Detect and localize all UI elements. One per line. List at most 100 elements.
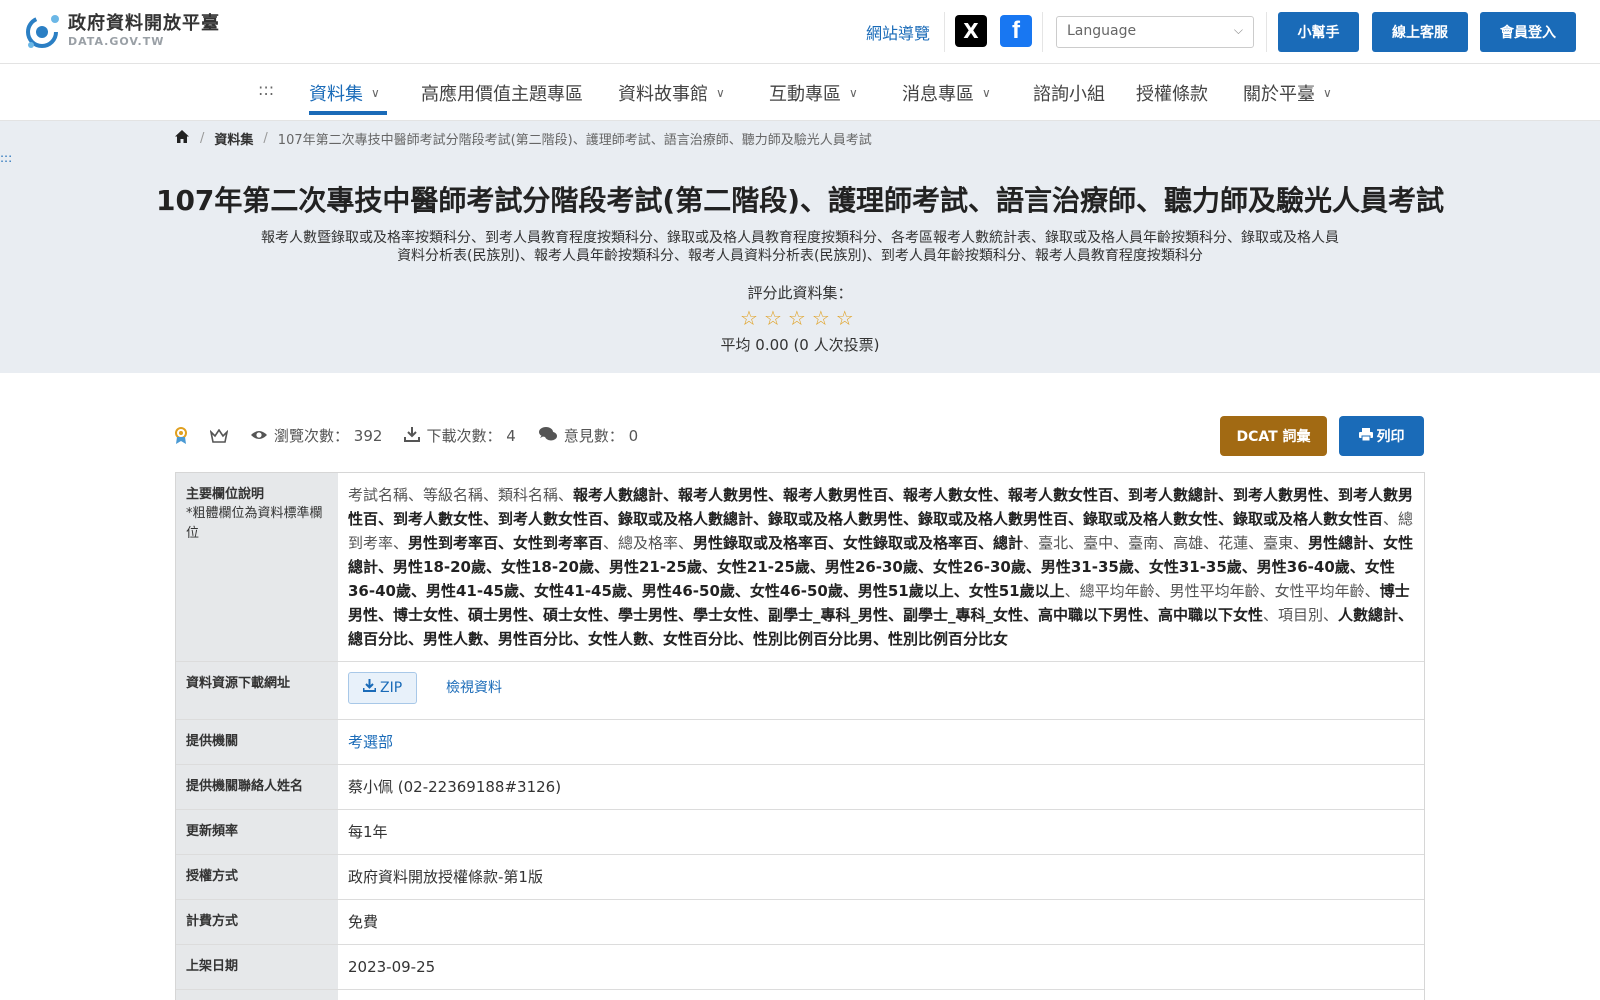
- fields-label: 主要欄位說明: [186, 487, 265, 502]
- chevron-down-icon: ∨: [716, 86, 725, 100]
- table-row: 提供機關 考選部: [176, 720, 1424, 765]
- nav-label: 資料故事館: [618, 84, 708, 105]
- star-icon[interactable]: ☆: [764, 308, 782, 328]
- dataset-description: 報考人數暨錄取或及格率按類科分、到考人員教育程度按類科分、錄取或及格人員教育程度…: [261, 230, 1339, 264]
- frequency-value: 每1年: [348, 823, 388, 841]
- skip-link[interactable]: :::: [258, 80, 274, 99]
- nav-item-datasets[interactable]: 資料集 ∨: [309, 80, 380, 106]
- nav-item-stories[interactable]: 資料故事館 ∨: [618, 80, 725, 106]
- field-text: 、項目別、: [1263, 606, 1339, 624]
- award-icon: [174, 426, 188, 445]
- row-header: 上架日期: [176, 945, 338, 989]
- breadcrumb-separator: /: [200, 131, 205, 146]
- nav-item-advisory[interactable]: 諮詢小組: [1033, 80, 1105, 106]
- rating-average: 平均 0.00 (0 人次投票): [720, 336, 880, 354]
- table-row: 提供機關聯絡人姓名 蔡小佩 (02-22369188#3126): [176, 765, 1424, 810]
- nav-item-interactive[interactable]: 互動專區 ∨: [769, 80, 858, 106]
- table-row: 上架日期 2023-09-25: [176, 945, 1424, 990]
- divider: [944, 12, 945, 52]
- dataset-stats: 瀏覽次數： 392 下載次數： 4 意見數： 0: [174, 425, 660, 446]
- field-text: 、總平均年齡、男性平均年齡、女性平均年齡、: [1064, 582, 1380, 600]
- nav-item-about[interactable]: 關於平臺 ∨: [1243, 80, 1332, 106]
- nav-item-news[interactable]: 消息專區 ∨: [902, 80, 991, 106]
- sitemap-link[interactable]: 網站導覽: [866, 20, 930, 44]
- zip-label: ZIP: [380, 680, 403, 696]
- contact-value: 蔡小佩 (02-22369188#3126): [348, 778, 562, 796]
- table-row: [176, 990, 1424, 1000]
- facebook-icon[interactable]: f: [1000, 15, 1032, 47]
- nav-label: 資料集: [309, 84, 363, 105]
- nav-label: 高應用價值主題專區: [421, 84, 583, 105]
- fee-value: 免費: [348, 913, 379, 931]
- nav-item-high-value[interactable]: 高應用價值主題專區: [421, 80, 583, 106]
- row-value: [338, 990, 1424, 1000]
- star-icon[interactable]: ☆: [740, 308, 758, 328]
- print-button[interactable]: 列印: [1339, 416, 1424, 456]
- table-row: 計費方式 免費: [176, 900, 1424, 945]
- row-header: 提供機關: [176, 720, 338, 764]
- dataset-metadata-table: 主要欄位說明 *粗體欄位為資料標準欄位 考試名稱、等級名稱、類科名稱、報考人數總…: [175, 472, 1425, 1000]
- rating-label: 評分此資料集：: [747, 284, 853, 302]
- breadcrumb: / 資料集 / 107年第二次專技中醫師考試分階段考試(第二階段)、護理師考試、…: [174, 129, 872, 148]
- fields-note: *粗體欄位為資料標準欄位: [186, 506, 323, 541]
- field-text: 考試名稱、等級名稱、類科名稱、: [348, 486, 574, 504]
- nav-label: 互動專區: [769, 84, 841, 105]
- nav-label: 諮詢小組: [1033, 84, 1105, 105]
- helper-button[interactable]: 小幫手: [1278, 12, 1359, 52]
- provider-cell: 考選部: [338, 720, 1424, 764]
- star-icon[interactable]: ☆: [788, 308, 806, 328]
- downloads-count: 4: [506, 426, 516, 445]
- row-header: 提供機關聯絡人姓名: [176, 765, 338, 809]
- nav-label: 授權條款: [1136, 84, 1208, 105]
- x-twitter-icon[interactable]: X: [955, 15, 987, 47]
- view-data-link[interactable]: 檢視資料: [446, 680, 502, 696]
- provider-link[interactable]: 考選部: [348, 733, 393, 751]
- license-value: 政府資料開放授權條款-第1版: [348, 868, 543, 886]
- star-icon[interactable]: ☆: [812, 308, 830, 328]
- downloads-label: 下載次數：: [426, 427, 502, 445]
- fields-description: 考試名稱、等級名稱、類科名稱、報考人數總計、報考人數男性、報考人數男性百、報考人…: [338, 473, 1424, 661]
- logo-subtitle: DATA.GOV.TW: [68, 35, 165, 48]
- crown-icon: [210, 428, 228, 443]
- row-header: 更新頻率: [176, 810, 338, 854]
- site-header: 政府資料開放平臺 DATA.GOV.TW 網站導覽 X f Language ⌵…: [0, 0, 1600, 64]
- row-header: [176, 990, 338, 1000]
- dataset-hero: / 資料集 / 107年第二次專技中醫師考試分階段考試(第二階段)、護理師考試、…: [0, 121, 1600, 373]
- field-text: 、總及格率、: [603, 534, 694, 552]
- views-count: 392: [353, 426, 383, 445]
- table-row: 更新頻率 每1年: [176, 810, 1424, 855]
- download-icon: [404, 426, 421, 446]
- site-logo[interactable]: 政府資料開放平臺 DATA.GOV.TW: [22, 10, 220, 52]
- logo-icon: [22, 10, 64, 52]
- page-title: 107年第二次專技中醫師考試分階段考試(第二階段)、護理師考試、語言治療師、聽力…: [155, 184, 1445, 217]
- main-nav: ::: 資料集 ∨ 高應用價值主題專區 資料故事館 ∨ 互動專區 ∨ 消息專區 ∨ 諮詢…: [0, 64, 1600, 121]
- fields-text: 考試名稱、等級名稱、類科名稱、報考人數總計、報考人數男性、報考人數男性百、報考人…: [348, 483, 1414, 651]
- row-header: 資料資源下載網址: [176, 662, 338, 719]
- views-label: 瀏覽次數：: [274, 427, 350, 445]
- download-icon: [362, 676, 377, 700]
- divider: [1266, 12, 1267, 52]
- download-cell: ZIP 檢視資料: [338, 662, 1424, 719]
- nav-label: 消息專區: [902, 84, 974, 105]
- language-placeholder: Language: [1067, 23, 1137, 39]
- language-select[interactable]: Language ⌵: [1056, 16, 1254, 48]
- nav-label: 關於平臺: [1243, 84, 1315, 105]
- content-skip-link[interactable]: :::: [0, 151, 12, 165]
- nav-item-license[interactable]: 授權條款: [1136, 80, 1208, 106]
- row-header: 主要欄位說明 *粗體欄位為資料標準欄位: [176, 473, 338, 661]
- home-icon[interactable]: [174, 129, 190, 148]
- breadcrumb-datasets[interactable]: 資料集: [214, 129, 253, 148]
- dcat-vocabulary-button[interactable]: DCAT 詞彙: [1220, 416, 1327, 456]
- online-service-button[interactable]: 線上客服: [1372, 12, 1468, 52]
- comments-label: 意見數：: [563, 427, 624, 445]
- published-value: 2023-09-25: [348, 958, 436, 976]
- table-row: 資料資源下載網址 ZIP 檢視資料: [176, 662, 1424, 720]
- logo-title: 政府資料開放平臺: [68, 13, 220, 34]
- member-login-button[interactable]: 會員登入: [1480, 12, 1576, 52]
- active-nav-indicator: [309, 111, 387, 115]
- comments-icon: [538, 426, 558, 446]
- chevron-down-icon: ∨: [849, 86, 858, 100]
- star-icon[interactable]: ☆: [836, 308, 854, 328]
- breadcrumb-current: 107年第二次專技中醫師考試分階段考試(第二階段)、護理師考試、語言治療師、聽力…: [277, 133, 872, 148]
- zip-download-button[interactable]: ZIP: [348, 672, 418, 704]
